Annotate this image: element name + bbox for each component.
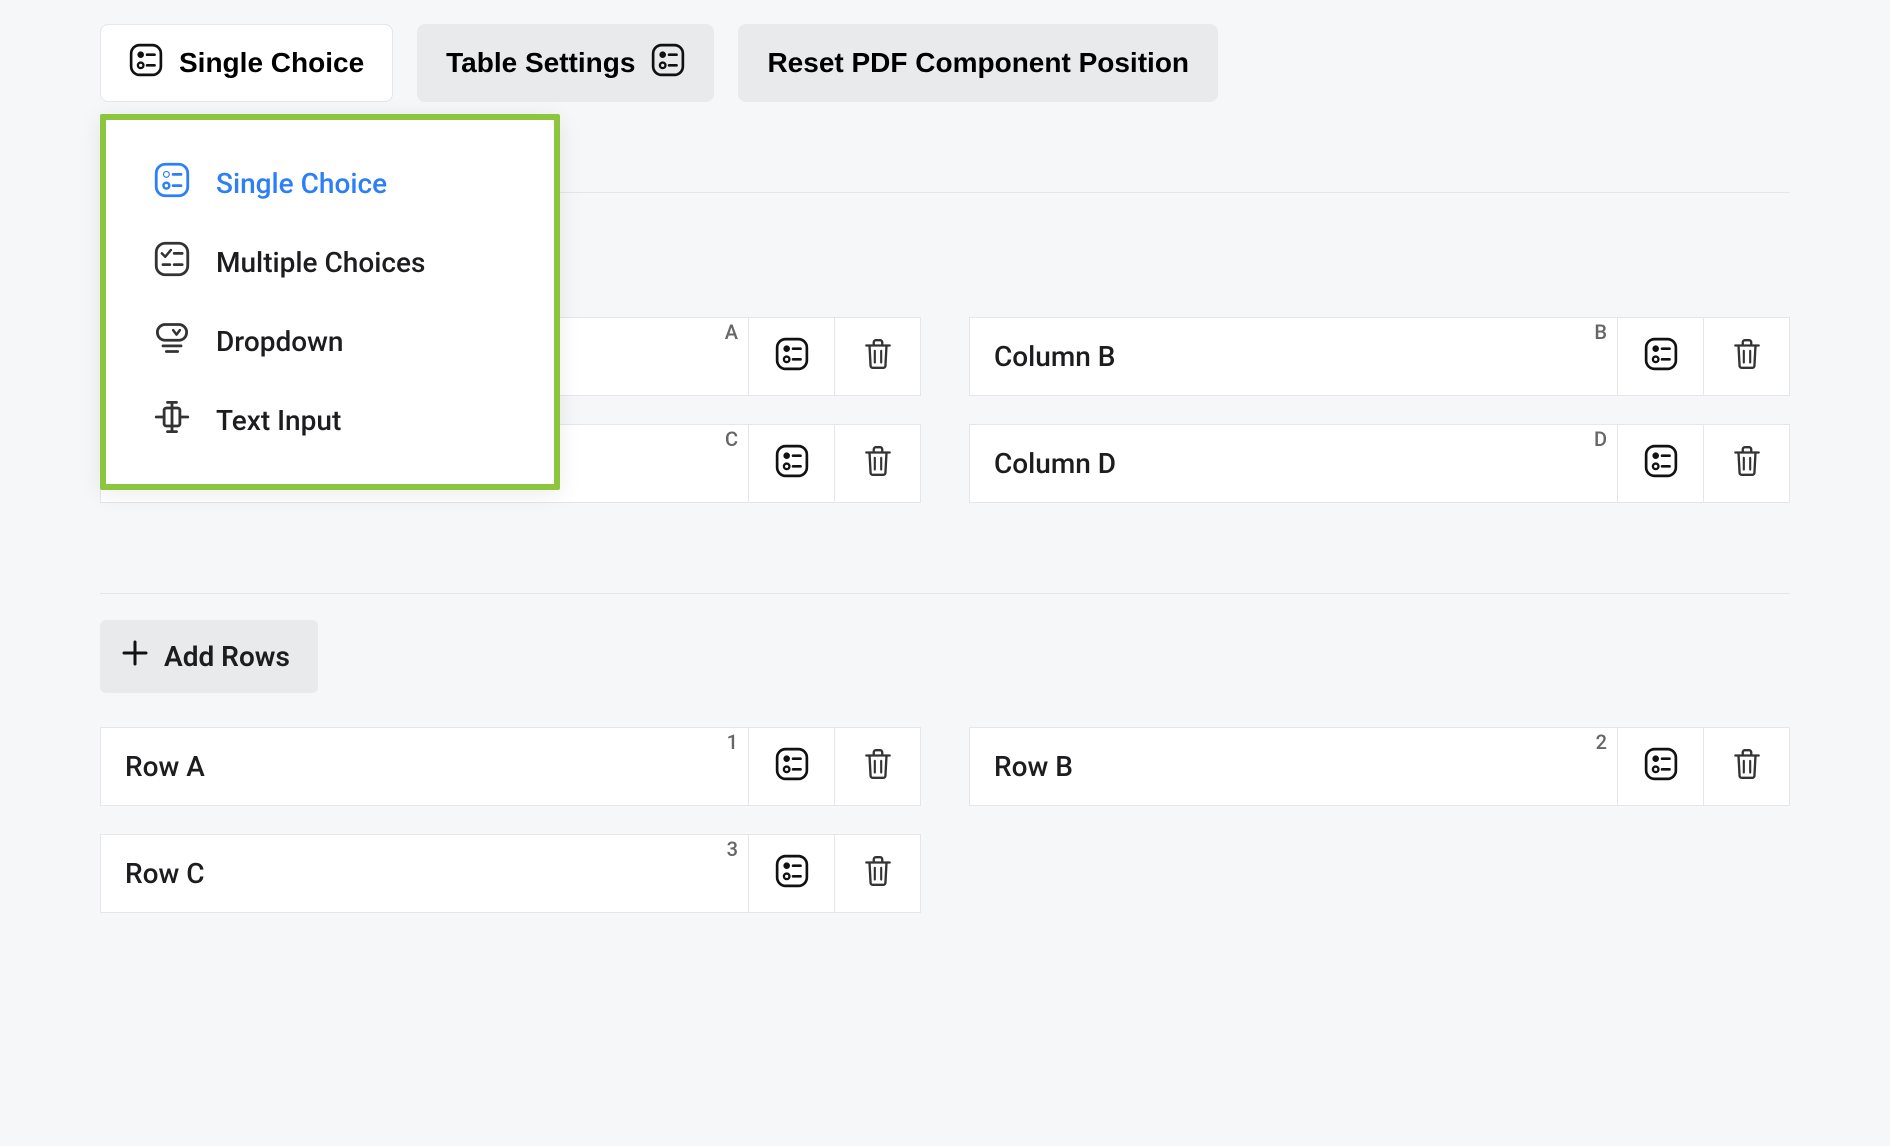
rows-grid: Row A 1 Row B 2 Row C bbox=[100, 727, 1790, 913]
single-choice-label: Single Choice bbox=[179, 47, 364, 79]
row-type-button[interactable] bbox=[1618, 727, 1704, 806]
trash-icon bbox=[861, 337, 895, 377]
table-settings-button[interactable]: Table Settings bbox=[417, 24, 714, 102]
row-badge: 3 bbox=[717, 835, 748, 863]
radio-icon bbox=[775, 854, 809, 894]
column-input[interactable]: Column D D bbox=[969, 424, 1618, 503]
row-row: Row C 3 bbox=[100, 834, 921, 913]
dropdown-item-label: Text Input bbox=[216, 404, 341, 437]
row-label: Row C bbox=[125, 857, 205, 890]
checklist-icon bbox=[154, 241, 190, 284]
column-label: Column D bbox=[994, 447, 1116, 480]
reset-label: Reset PDF Component Position bbox=[767, 47, 1189, 79]
plus-icon bbox=[120, 638, 150, 675]
column-label: Column B bbox=[994, 340, 1116, 373]
radio-icon bbox=[775, 444, 809, 484]
delete-row-button[interactable] bbox=[835, 834, 921, 913]
row-input[interactable]: Row C 3 bbox=[100, 834, 749, 913]
column-badge: A bbox=[715, 318, 748, 346]
trash-icon bbox=[861, 854, 895, 894]
column-type-button[interactable] bbox=[1618, 424, 1704, 503]
radio-icon bbox=[154, 162, 190, 205]
row-badge: 1 bbox=[717, 728, 748, 756]
trash-icon bbox=[861, 444, 895, 484]
trash-icon bbox=[861, 747, 895, 787]
text-input-icon bbox=[154, 399, 190, 442]
radio-icon bbox=[1644, 747, 1678, 787]
divider bbox=[100, 593, 1790, 594]
row-row: Row B 2 bbox=[969, 727, 1790, 806]
delete-column-button[interactable] bbox=[1704, 424, 1790, 503]
trash-icon bbox=[1730, 337, 1764, 377]
column-type-button[interactable] bbox=[749, 317, 835, 396]
dropdown-item-label: Multiple Choices bbox=[216, 246, 425, 279]
toolbar: Single Choice Table Settings Reset PDF C… bbox=[100, 24, 1790, 102]
column-row: Column B B bbox=[969, 317, 1790, 396]
column-input[interactable]: Column B B bbox=[969, 317, 1618, 396]
dropdown-item-dropdown[interactable]: Dropdown bbox=[106, 302, 554, 381]
radio-icon bbox=[775, 337, 809, 377]
row-label: Row B bbox=[994, 750, 1073, 783]
dropdown-item-label: Single Choice bbox=[216, 167, 387, 200]
row-row: Row A 1 bbox=[100, 727, 921, 806]
dropdown-item-label: Dropdown bbox=[216, 325, 343, 358]
row-label: Row A bbox=[125, 750, 205, 783]
row-badge: 2 bbox=[1586, 728, 1617, 756]
delete-row-button[interactable] bbox=[1704, 727, 1790, 806]
column-type-button[interactable] bbox=[749, 424, 835, 503]
dropdown-icon bbox=[154, 320, 190, 363]
reset-pdf-position-button[interactable]: Reset PDF Component Position bbox=[738, 24, 1218, 102]
choice-type-dropdown: Single Choice Multiple Choices Dropdown … bbox=[100, 114, 560, 490]
delete-column-button[interactable] bbox=[835, 317, 921, 396]
radio-icon bbox=[1644, 444, 1678, 484]
add-rows-button[interactable]: Add Rows bbox=[100, 620, 318, 693]
row-type-button[interactable] bbox=[749, 834, 835, 913]
delete-column-button[interactable] bbox=[835, 424, 921, 503]
dropdown-item-text-input[interactable]: Text Input bbox=[106, 381, 554, 460]
add-rows-label: Add Rows bbox=[164, 640, 290, 673]
column-badge: B bbox=[1584, 318, 1617, 346]
column-badge: D bbox=[1584, 425, 1617, 453]
column-row: Column D D bbox=[969, 424, 1790, 503]
delete-column-button[interactable] bbox=[1704, 317, 1790, 396]
column-badge: C bbox=[715, 425, 748, 453]
single-choice-dropdown-button[interactable]: Single Choice bbox=[100, 24, 393, 102]
row-input[interactable]: Row A 1 bbox=[100, 727, 749, 806]
radio-icon bbox=[1644, 337, 1678, 377]
dropdown-item-single-choice[interactable]: Single Choice bbox=[106, 144, 554, 223]
trash-icon bbox=[1730, 747, 1764, 787]
column-type-button[interactable] bbox=[1618, 317, 1704, 396]
trash-icon bbox=[1730, 444, 1764, 484]
dropdown-item-multiple-choices[interactable]: Multiple Choices bbox=[106, 223, 554, 302]
delete-row-button[interactable] bbox=[835, 727, 921, 806]
radio-icon bbox=[775, 747, 809, 787]
row-type-button[interactable] bbox=[749, 727, 835, 806]
radio-icon bbox=[651, 43, 685, 84]
row-input[interactable]: Row B 2 bbox=[969, 727, 1618, 806]
table-settings-label: Table Settings bbox=[446, 47, 635, 79]
radio-icon bbox=[129, 43, 163, 84]
